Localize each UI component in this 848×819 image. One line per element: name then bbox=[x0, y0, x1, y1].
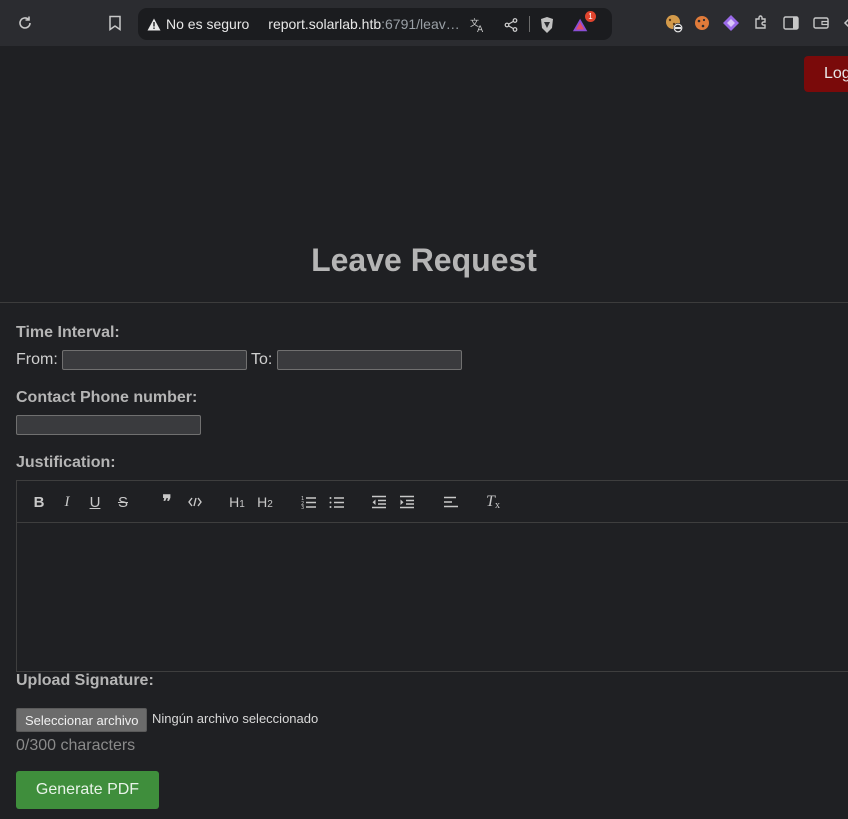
strike-icon[interactable]: S bbox=[113, 493, 133, 511]
italic-icon[interactable]: I bbox=[57, 493, 77, 511]
signature-label: Upload Signature: bbox=[16, 672, 154, 689]
wallet-icon[interactable] bbox=[809, 11, 833, 35]
blockquote-icon[interactable]: ❞ bbox=[157, 492, 177, 511]
editor-toolbar: B I U S ❞ H1 H2 123 T x bbox=[17, 481, 848, 523]
underline-icon[interactable]: U bbox=[85, 493, 105, 511]
translate-icon[interactable]: 文A bbox=[469, 16, 487, 34]
menu-partial-icon[interactable] bbox=[836, 11, 848, 35]
editor-content[interactable] bbox=[17, 522, 848, 671]
warning-icon[interactable] bbox=[147, 17, 161, 31]
bold-icon[interactable]: B bbox=[29, 493, 49, 511]
justification-label: Justification: bbox=[16, 454, 116, 471]
indent-icon[interactable] bbox=[397, 493, 417, 511]
cookie-extension-icon[interactable] bbox=[662, 11, 686, 35]
from-date-input[interactable] bbox=[62, 350, 247, 370]
bullet-list-icon[interactable] bbox=[327, 493, 347, 511]
page-content: Log Leave Request Time Interval: From: T… bbox=[0, 46, 848, 819]
header-1-icon[interactable]: H1 bbox=[227, 493, 247, 511]
time-interval-label: Time Interval: bbox=[16, 324, 120, 341]
url-text[interactable]: report.solarlab.htb:6791/leav… bbox=[268, 16, 464, 32]
char-counter: 0/300 characters bbox=[16, 737, 136, 754]
phone-input[interactable] bbox=[16, 415, 201, 435]
url-separator bbox=[529, 16, 530, 32]
justification-editor: B I U S ❞ H1 H2 123 T x bbox=[16, 480, 848, 672]
align-icon[interactable] bbox=[441, 493, 461, 511]
share-icon[interactable] bbox=[502, 16, 520, 34]
url-path: :6791/leav… bbox=[381, 16, 460, 32]
no-file-text: Ningún archivo seleccionado bbox=[152, 711, 319, 726]
phone-label: Contact Phone number: bbox=[16, 389, 198, 406]
from-label: From: bbox=[16, 351, 58, 368]
to-label: To: bbox=[251, 351, 273, 368]
sidebar-icon[interactable] bbox=[779, 11, 803, 35]
browser-toolbar: No es seguro report.solarlab.htb:6791/le… bbox=[0, 0, 848, 46]
url-host: report.solarlab.htb bbox=[268, 16, 382, 32]
rewards-badge: 1 bbox=[585, 11, 596, 22]
svg-text:3: 3 bbox=[301, 505, 304, 509]
cookie-editor-icon[interactable] bbox=[690, 11, 714, 35]
generate-pdf-button[interactable]: Generate PDF bbox=[16, 771, 159, 809]
brave-shields-icon[interactable] bbox=[538, 16, 556, 34]
bookmark-icon[interactable] bbox=[103, 11, 127, 35]
header-2-icon[interactable]: H2 bbox=[255, 493, 275, 511]
outdent-icon[interactable] bbox=[369, 493, 389, 511]
ordered-list-icon[interactable]: 123 bbox=[299, 493, 319, 511]
extension-purple-icon[interactable] bbox=[719, 11, 743, 35]
reload-icon[interactable] bbox=[13, 11, 37, 35]
logout-button[interactable]: Log bbox=[804, 56, 848, 92]
code-icon[interactable] bbox=[185, 493, 205, 511]
clear-format-icon[interactable]: Tx bbox=[483, 493, 503, 511]
security-status[interactable]: No es seguro bbox=[166, 16, 249, 32]
page-title: Leave Request bbox=[311, 242, 537, 278]
choose-file-button[interactable]: Seleccionar archivo bbox=[16, 708, 148, 732]
svg-text:A: A bbox=[477, 25, 484, 33]
title-divider bbox=[0, 302, 848, 303]
to-date-input[interactable] bbox=[277, 350, 462, 370]
address-bar[interactable]: No es seguro report.solarlab.htb:6791/le… bbox=[138, 8, 612, 40]
extensions-icon[interactable] bbox=[749, 11, 773, 35]
